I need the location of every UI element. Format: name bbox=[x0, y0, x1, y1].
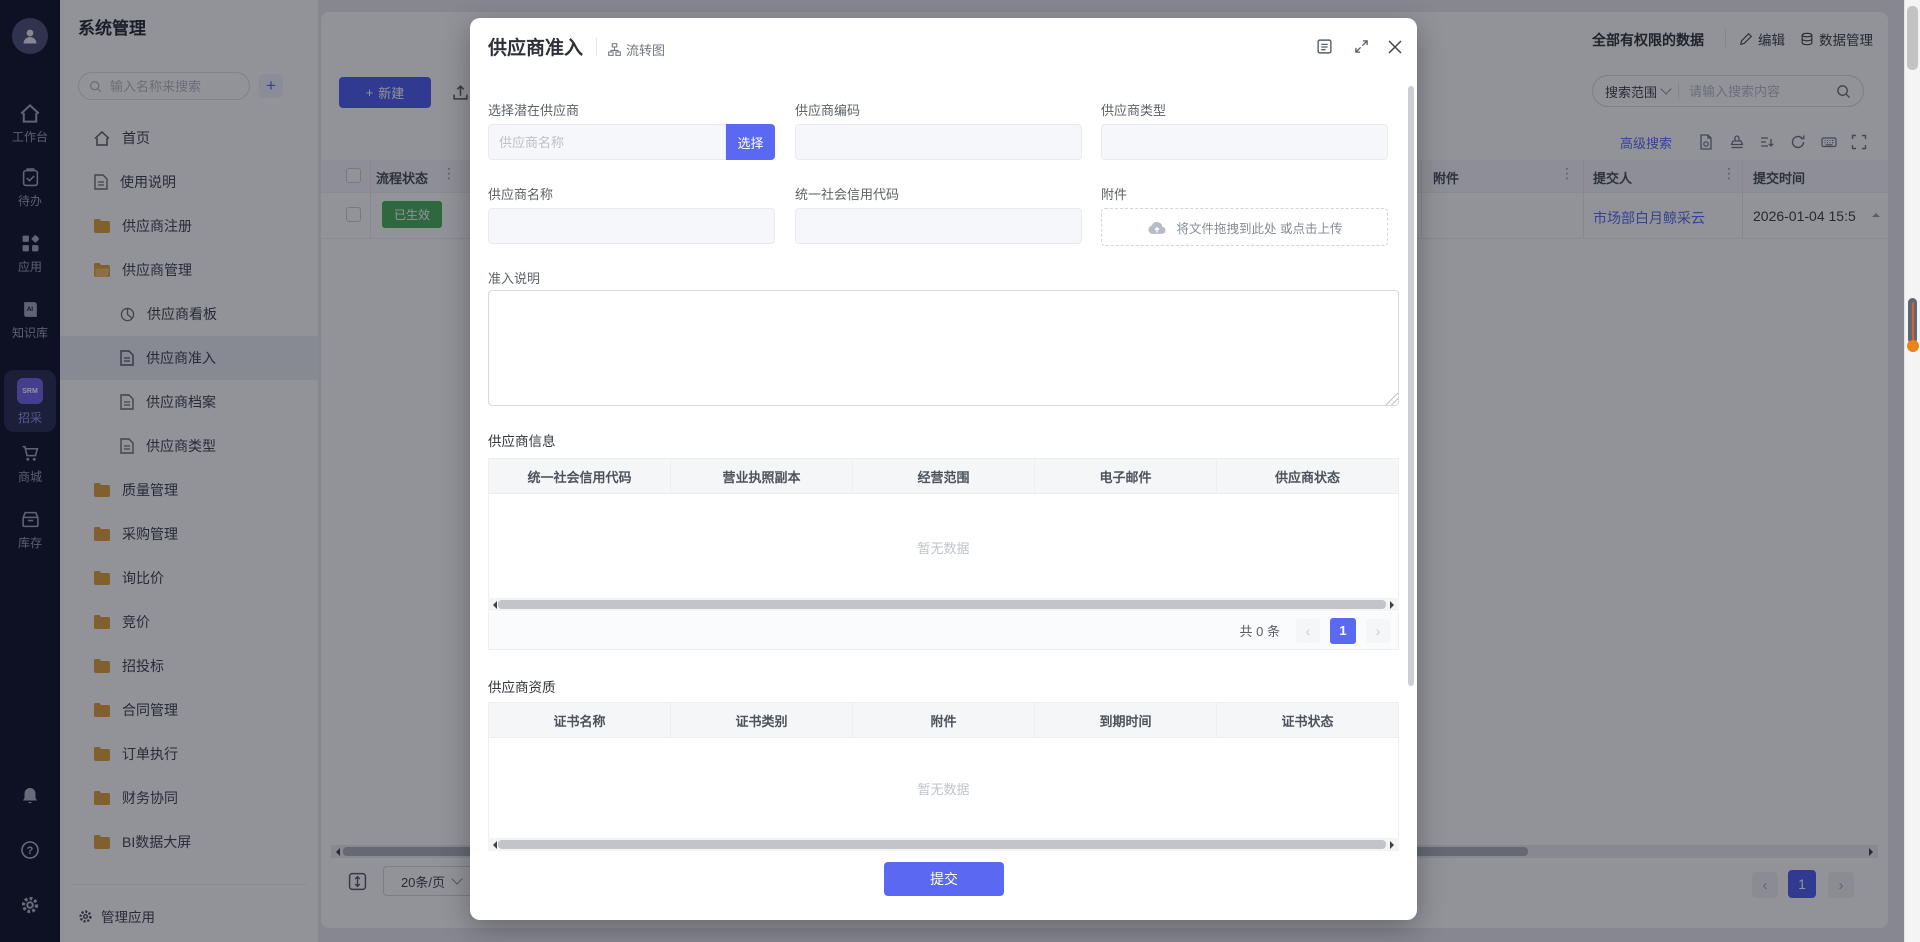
field-label-supplier-type: 供应商类型 bbox=[1101, 100, 1166, 119]
field-label-potential-supplier: 选择潜在供应商 bbox=[488, 100, 579, 119]
file-upload-dropzone[interactable]: 将文件拖拽到此处 或点击上传 bbox=[1101, 208, 1388, 246]
supplier-info-pagination: 共 0 条 ‹ 1 › bbox=[488, 612, 1399, 650]
prev-page-button[interactable]: ‹ bbox=[1296, 619, 1320, 643]
v-scrollbar-thumb[interactable] bbox=[1408, 86, 1414, 686]
modal-v-scrollbar[interactable] bbox=[1408, 86, 1414, 698]
field-label-uscc: 统一社会信用代码 bbox=[795, 184, 899, 203]
supplier-name-input[interactable] bbox=[488, 208, 775, 244]
h-scrollbar-thumb[interactable] bbox=[498, 600, 1386, 609]
column-header[interactable]: 统一社会信用代码 bbox=[489, 459, 671, 493]
next-page-button[interactable]: › bbox=[1366, 619, 1390, 643]
page-v-scrollbar[interactable] bbox=[1904, 0, 1920, 942]
column-header[interactable]: 到期时间 bbox=[1035, 703, 1217, 737]
section-title-supplier-qualification: 供应商资质 bbox=[488, 676, 556, 696]
column-header[interactable]: 证书名称 bbox=[489, 703, 671, 737]
close-icon[interactable] bbox=[1388, 40, 1402, 54]
info-table-h-scrollbar[interactable] bbox=[488, 598, 1399, 611]
current-page-button[interactable]: 1 bbox=[1330, 618, 1356, 644]
choose-supplier-button[interactable]: 选择 bbox=[726, 124, 775, 160]
h-scrollbar-thumb[interactable] bbox=[498, 840, 1386, 849]
column-header[interactable]: 证书类别 bbox=[671, 703, 853, 737]
empty-state: 暂无数据 bbox=[489, 494, 1398, 601]
org-chart-icon bbox=[608, 43, 621, 56]
scroll-right-icon[interactable] bbox=[1390, 601, 1398, 609]
expand-icon[interactable] bbox=[1354, 39, 1369, 54]
supplier-info-table-header: 统一社会信用代码 营业执照副本 经营范围 电子邮件 供应商状态 bbox=[489, 459, 1398, 494]
section-title-supplier-info: 供应商信息 bbox=[488, 430, 556, 450]
supplier-access-modal: 供应商准入 流转图 选择潜在供应商 供应商编码 供应商类型 选择 供应商名称 统… bbox=[470, 18, 1417, 920]
column-header[interactable]: 营业执照副本 bbox=[671, 459, 853, 493]
v-scrollbar-thumb[interactable] bbox=[1907, 6, 1918, 70]
field-label-attachment: 附件 bbox=[1101, 184, 1127, 203]
thermometer-bulb bbox=[1907, 340, 1919, 352]
uscc-input[interactable] bbox=[795, 208, 1082, 244]
field-label-access-description: 准入说明 bbox=[488, 268, 540, 287]
column-header[interactable]: 附件 bbox=[853, 703, 1035, 737]
column-header[interactable]: 电子邮件 bbox=[1035, 459, 1217, 493]
title-divider bbox=[596, 38, 597, 56]
supplier-qualification-table-header: 证书名称 证书类别 附件 到期时间 证书状态 bbox=[489, 703, 1398, 738]
qualification-table-h-scrollbar[interactable] bbox=[488, 838, 1399, 851]
scroll-left-icon[interactable] bbox=[489, 601, 497, 609]
supplier-qualification-table: 证书名称 证书类别 附件 到期时间 证书状态 暂无数据 bbox=[488, 702, 1399, 839]
flow-chart-link[interactable]: 流转图 bbox=[608, 40, 665, 59]
empty-state: 暂无数据 bbox=[489, 738, 1398, 839]
column-header[interactable]: 经营范围 bbox=[853, 459, 1035, 493]
submit-button[interactable]: 提交 bbox=[884, 862, 1004, 896]
app-root: 工作台 待办 应用 AI 知识库 SRM 招采 商城 库存 bbox=[0, 0, 1920, 942]
modal-title: 供应商准入 bbox=[488, 33, 583, 60]
scroll-left-icon[interactable] bbox=[489, 841, 497, 849]
access-description-textarea[interactable] bbox=[488, 290, 1399, 406]
thermometer-mercury bbox=[1912, 302, 1915, 342]
column-header[interactable]: 供应商状态 bbox=[1217, 459, 1398, 493]
form-view-icon[interactable] bbox=[1316, 38, 1333, 55]
total-count: 共 0 条 bbox=[1240, 621, 1280, 640]
supplier-info-table: 统一社会信用代码 营业执照副本 经营范围 电子邮件 供应商状态 暂无数据 bbox=[488, 458, 1399, 601]
cloud-upload-icon bbox=[1147, 220, 1167, 235]
potential-supplier-input[interactable] bbox=[488, 124, 726, 160]
field-label-supplier-name: 供应商名称 bbox=[488, 184, 553, 203]
supplier-type-input[interactable] bbox=[1101, 124, 1388, 160]
column-header[interactable]: 证书状态 bbox=[1217, 703, 1398, 737]
supplier-code-input[interactable] bbox=[795, 124, 1082, 160]
field-label-supplier-code: 供应商编码 bbox=[795, 100, 860, 119]
scroll-right-icon[interactable] bbox=[1390, 841, 1398, 849]
